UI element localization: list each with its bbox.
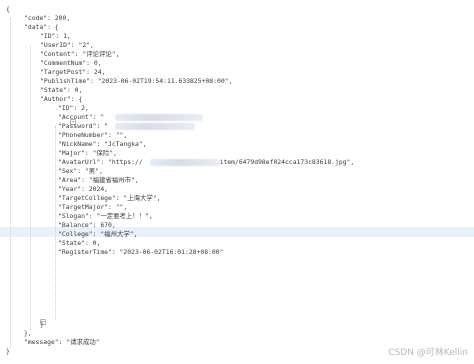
json-line: "Content": "评论评论",	[40, 50, 120, 58]
json-line: "message": "请求成功"	[24, 338, 100, 346]
redacted-password	[115, 123, 195, 130]
json-line: "TargetPost": 24,	[40, 68, 106, 76]
json-line: "Slogan": "一定要考上！！",	[58, 212, 153, 220]
redacted-avatar-url	[150, 159, 220, 166]
json-line: }	[40, 320, 44, 328]
json-line: "CommentNum": 0,	[40, 59, 102, 67]
json-line: "Sex": "男",	[58, 167, 103, 175]
json-viewer: − − { "code": 200, "data": { "ID": 1, "U…	[0, 0, 474, 364]
json-line: },	[24, 329, 32, 337]
json-line: "ID": 1,	[40, 32, 71, 40]
json-line: "data": {	[24, 23, 59, 31]
json-line: "State": 0,	[58, 239, 101, 247]
json-line: "PublishTime": "2023-06-02T19:54:11.6338…	[40, 77, 233, 85]
redacted-account	[115, 114, 203, 121]
json-line: "RegisterTime": "2023-06-02T16:01:28+08:…	[58, 248, 224, 256]
json-line: "UserID": "2",	[40, 41, 94, 49]
json-line: "Author": {	[40, 95, 83, 103]
json-line: "code": 200,	[24, 14, 71, 22]
json-line: "Area": "福建省福州市",	[58, 176, 139, 184]
indent-guide-root	[10, 18, 11, 348]
json-line: "Balance": 670,	[58, 221, 116, 229]
json-line: "PhoneNumber": "",	[58, 131, 128, 139]
json-line: "Year": 2024,	[58, 185, 109, 193]
json-line: {	[6, 5, 10, 13]
json-line: "TargetCollege": "上海大学",	[58, 194, 161, 202]
json-line: "State": 0,	[40, 86, 83, 94]
json-line: "TargetMajor": "",	[58, 203, 128, 211]
json-line: "College": "福州大学",	[58, 230, 138, 238]
json-line: "Major": "保险",	[58, 149, 117, 157]
indent-guide-author	[55, 126, 56, 320]
indent-guide-data	[30, 45, 31, 330]
json-line: "ID": 2,	[58, 104, 89, 112]
gutter	[0, 0, 16, 364]
json-line: "NickName": "JcTangka",	[58, 140, 147, 148]
json-line: }	[6, 347, 10, 355]
watermark: CSDN @可林Kellin	[388, 348, 468, 358]
